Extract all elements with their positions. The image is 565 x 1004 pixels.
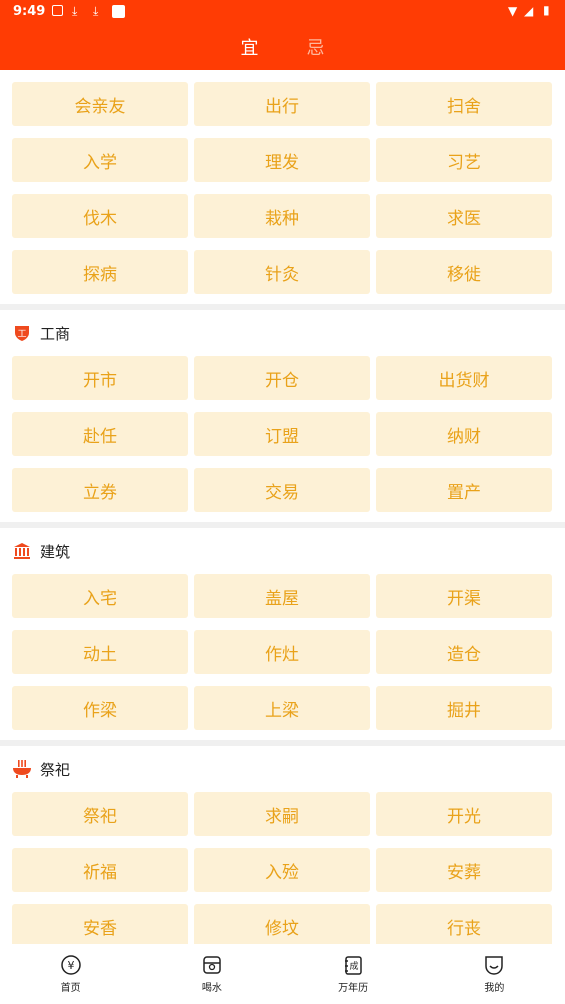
activity-button[interactable]: 求嗣 (194, 792, 370, 836)
activity-button[interactable]: 探病 (12, 250, 188, 294)
activity-button[interactable]: 伐木 (12, 194, 188, 238)
activity-button[interactable]: 盖屋 (194, 574, 370, 618)
app-header: 9:49 ⤓ ⤓ ▼ ◢ ▮ 宜 忌 (0, 0, 565, 70)
activity-button[interactable]: 开渠 (376, 574, 552, 618)
activity-button[interactable]: 上梁 (194, 686, 370, 730)
nav-label: 首页 (60, 983, 81, 994)
activity-button[interactable]: 入学 (12, 138, 188, 182)
nav-water[interactable]: 喝水 (141, 944, 282, 1004)
shield-icon-char: 工 (17, 330, 26, 340)
activity-button[interactable]: 祈福 (12, 848, 188, 892)
battery-icon: ▮ (543, 3, 550, 17)
activity-button[interactable]: 行丧 (376, 904, 552, 944)
tab-bar: 宜 忌 (0, 24, 565, 70)
activity-button[interactable]: 栽种 (194, 194, 370, 238)
top-grid: 会亲友 出行 扫舍 入学 理发 习艺 伐木 栽种 求医 探病 针灸 移徙 (12, 82, 553, 294)
tab-yi[interactable]: 宜 (241, 34, 259, 60)
svg-text:¥: ¥ (67, 959, 74, 972)
section-header: 工 工商 (12, 310, 553, 356)
activity-button[interactable]: 开仓 (194, 356, 370, 400)
activity-button[interactable]: 交易 (194, 468, 370, 512)
activity-button[interactable]: 针灸 (194, 250, 370, 294)
activity-button[interactable]: 修坟 (194, 904, 370, 944)
section-title: 建筑 (40, 542, 71, 561)
section-commerce: 工 工商 开市 开仓 出货财 赴任 订盟 纳财 立券 交易 置产 (0, 310, 565, 522)
notification-a-icon (52, 5, 63, 16)
activity-button[interactable]: 理发 (194, 138, 370, 182)
activity-button[interactable]: 求医 (376, 194, 552, 238)
wifi-icon: ▼ (508, 4, 518, 18)
download-icon: ⤓ (72, 4, 78, 18)
calendar-icon-char: 成 (350, 960, 359, 972)
nav-calendar[interactable]: 成 万年历 (283, 944, 424, 1004)
water-cup-icon (201, 954, 223, 976)
nav-mine[interactable]: 我的 (424, 944, 565, 1004)
activity-button[interactable]: 作梁 (12, 686, 188, 730)
nav-label: 喝水 (201, 983, 222, 994)
activity-button[interactable]: 入宅 (12, 574, 188, 618)
activity-button[interactable]: 订盟 (194, 412, 370, 456)
notification-square-icon (112, 5, 125, 18)
tab-ji[interactable]: 忌 (307, 34, 325, 60)
face-icon (483, 954, 505, 976)
activity-button[interactable]: 出货财 (376, 356, 552, 400)
status-bar: 9:49 ⤓ ⤓ ▼ ◢ ▮ (0, 0, 565, 24)
activity-button[interactable]: 置产 (376, 468, 552, 512)
signal-icon: ◢ (524, 4, 534, 18)
download-icon-2: ⤓ (93, 4, 99, 18)
incense-burner-icon (12, 759, 32, 779)
section-worship: 祭祀 祭祀 求嗣 开光 祈福 入殓 安葬 安香 修坟 行丧 (0, 746, 565, 944)
activity-button[interactable]: 开市 (12, 356, 188, 400)
calendar-book-icon: 成 (342, 954, 364, 976)
section-grid: 入宅 盖屋 开渠 动土 作灶 造仓 作梁 上梁 掘井 (12, 574, 553, 730)
yen-circle-icon: ¥ (60, 954, 82, 976)
activity-button[interactable]: 开光 (376, 792, 552, 836)
nav-label: 我的 (484, 983, 505, 994)
activity-button[interactable]: 移徙 (376, 250, 552, 294)
activity-button[interactable]: 祭祀 (12, 792, 188, 836)
activity-button[interactable]: 安葬 (376, 848, 552, 892)
nav-home[interactable]: ¥ 首页 (0, 944, 141, 1004)
status-time: 9:49 (13, 4, 46, 19)
section-title: 工商 (40, 324, 71, 343)
nav-label: 万年历 (338, 983, 369, 994)
section-header: 祭祀 (12, 746, 553, 792)
activity-button[interactable]: 造仓 (376, 630, 552, 674)
activity-button[interactable]: 出行 (194, 82, 370, 126)
section-title: 祭祀 (40, 760, 71, 779)
activity-button[interactable]: 纳财 (376, 412, 552, 456)
activity-button[interactable]: 掘井 (376, 686, 552, 730)
section-building: 建筑 入宅 盖屋 开渠 动土 作灶 造仓 作梁 上梁 掘井 (0, 528, 565, 740)
shield-gong-icon: 工 (12, 323, 32, 343)
building-icon (12, 541, 32, 561)
activity-button[interactable]: 会亲友 (12, 82, 188, 126)
activity-button[interactable]: 安香 (12, 904, 188, 944)
activity-button[interactable]: 赴任 (12, 412, 188, 456)
activity-button[interactable]: 动土 (12, 630, 188, 674)
content-scroll[interactable]: 会亲友 出行 扫舍 入学 理发 习艺 伐木 栽种 求医 探病 针灸 移徙 工 工… (0, 70, 565, 944)
activity-button[interactable]: 入殓 (194, 848, 370, 892)
activity-button[interactable]: 习艺 (376, 138, 552, 182)
activity-button[interactable]: 扫舍 (376, 82, 552, 126)
section-header: 建筑 (12, 528, 553, 574)
section-grid: 开市 开仓 出货财 赴任 订盟 纳财 立券 交易 置产 (12, 356, 553, 512)
activity-button[interactable]: 作灶 (194, 630, 370, 674)
top-section: 会亲友 出行 扫舍 入学 理发 习艺 伐木 栽种 求医 探病 针灸 移徙 (0, 70, 565, 304)
bottom-nav: ¥ 首页 喝水 成 万年历 我的 (0, 944, 565, 1004)
section-grid: 祭祀 求嗣 开光 祈福 入殓 安葬 安香 修坟 行丧 (12, 792, 553, 944)
activity-button[interactable]: 立券 (12, 468, 188, 512)
